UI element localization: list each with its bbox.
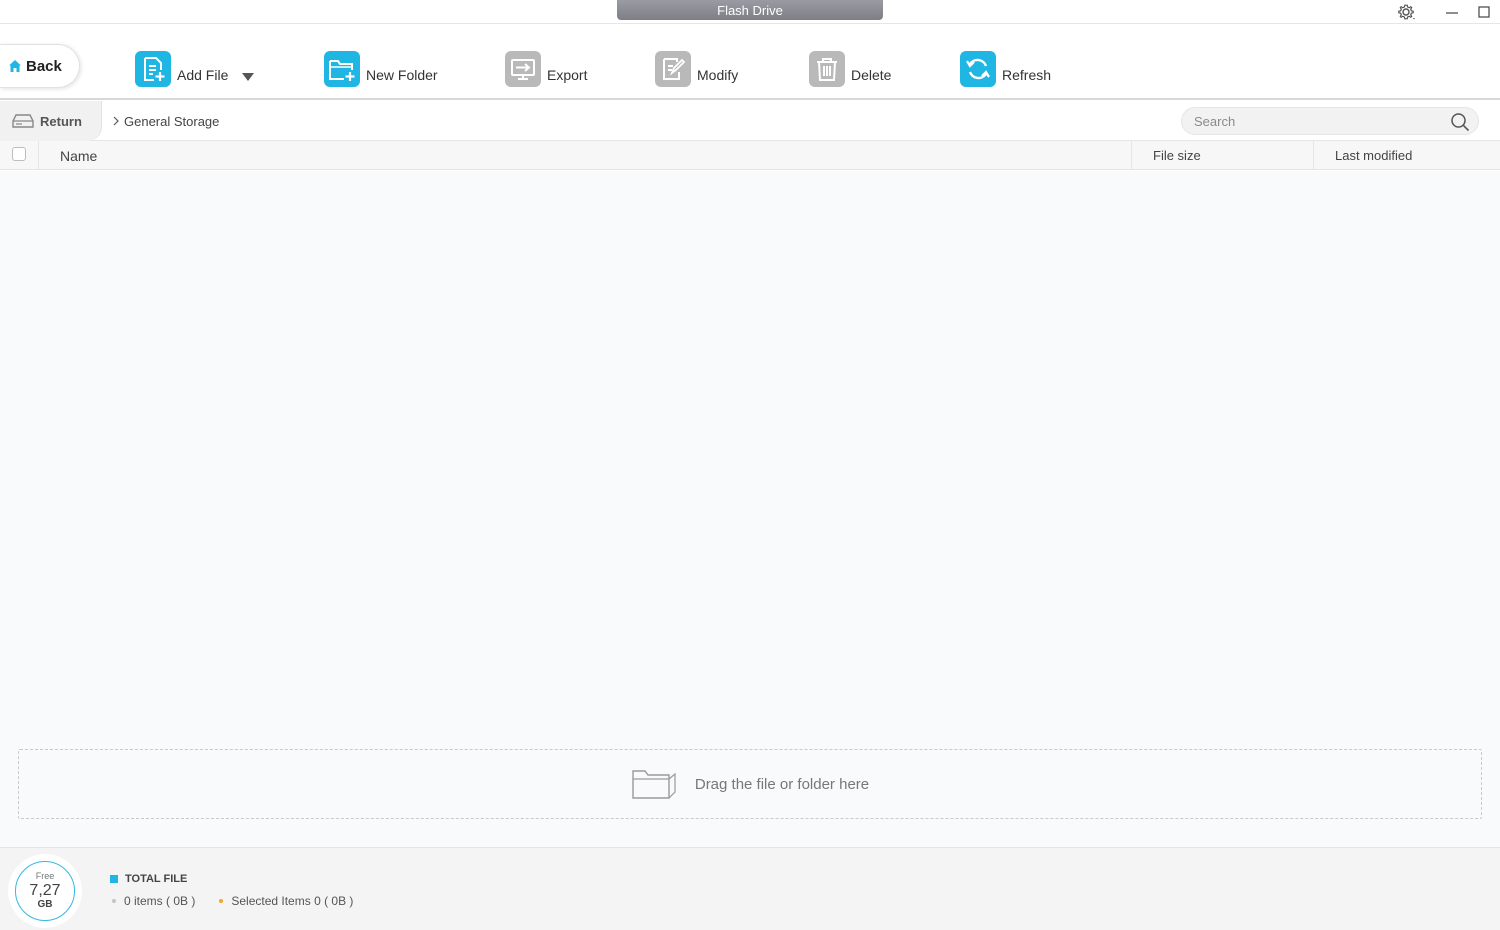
add-file-dropdown-icon[interactable] — [242, 73, 254, 81]
path-bar: Return General Storage — [0, 101, 1500, 141]
drive-icon — [12, 114, 34, 128]
column-header-last-modified[interactable]: Last modified — [1314, 141, 1500, 170]
maximize-icon — [1478, 6, 1490, 18]
items-dot — [112, 899, 116, 903]
export-icon — [505, 51, 541, 87]
search-button[interactable] — [1450, 112, 1470, 137]
modify-button[interactable]: Modify — [655, 50, 738, 88]
toolbar: Back Add File New Folder Export Modify D… — [0, 25, 1500, 100]
column-header-file-size-label: File size — [1153, 148, 1201, 163]
refresh-button[interactable]: Refresh — [960, 50, 1051, 88]
column-header-file-size[interactable]: File size — [1132, 141, 1314, 170]
column-header-name-label: Name — [60, 147, 98, 164]
new-folder-button[interactable]: New Folder — [324, 50, 438, 88]
minimize-button[interactable] — [1440, 2, 1464, 22]
drop-zone[interactable]: Drag the file or folder here — [18, 749, 1482, 819]
file-table-header: Name File size Last modified — [0, 141, 1500, 170]
free-space-ring: Free 7,27 GB — [15, 861, 75, 921]
column-header-name[interactable]: Name — [39, 141, 1132, 170]
minimize-icon — [1446, 12, 1458, 14]
maximize-button[interactable] — [1472, 2, 1496, 22]
total-file-legend: TOTAL FILE — [110, 873, 187, 885]
drop-zone-text: Drag the file or folder here — [694, 775, 870, 793]
modify-icon — [655, 51, 691, 87]
settings-button[interactable] — [1395, 2, 1419, 22]
add-file-button[interactable]: Add File — [135, 50, 228, 88]
selected-dot — [219, 899, 224, 903]
return-button[interactable]: Return — [0, 101, 102, 141]
search-box — [1181, 107, 1479, 135]
file-list-area[interactable]: Drag the file or folder here — [0, 171, 1500, 847]
search-icon — [1451, 113, 1470, 132]
back-button[interactable]: Back — [0, 44, 80, 88]
refresh-label: Refresh — [1002, 67, 1052, 83]
return-label: Return — [40, 113, 82, 129]
gear-icon — [1398, 4, 1415, 20]
window-title: Flash Drive — [617, 0, 883, 20]
add-file-label: Add File — [177, 67, 229, 83]
free-value: 7,27 — [29, 882, 61, 899]
title-bar: Flash Drive — [0, 0, 1500, 24]
items-count: 0 items ( 0B ) — [124, 894, 196, 908]
back-label: Back — [26, 57, 62, 75]
refresh-icon — [960, 51, 996, 87]
home-icon — [9, 60, 21, 72]
breadcrumb: General Storage — [112, 101, 219, 141]
trash-icon — [809, 51, 845, 87]
free-label: Free — [35, 871, 55, 881]
select-all-checkbox[interactable] — [12, 146, 26, 161]
add-file-icon — [135, 51, 171, 87]
breadcrumb-item-general-storage[interactable]: General Storage — [124, 114, 219, 129]
item-stats: 0 items ( 0B ) Selected Items 0 ( 0B ) — [112, 894, 353, 908]
folder-icon — [632, 770, 676, 799]
selected-items-count: Selected Items 0 ( 0B ) — [231, 894, 354, 908]
free-unit: GB — [37, 899, 53, 910]
modify-label: Modify — [697, 67, 739, 83]
new-folder-icon — [324, 51, 360, 87]
total-file-swatch — [110, 875, 118, 883]
export-button[interactable]: Export — [505, 50, 587, 88]
chevron-right-icon — [113, 116, 119, 126]
free-space-indicator: Free 7,27 GB — [8, 854, 82, 928]
search-input[interactable] — [1182, 108, 1432, 134]
export-label: Export — [547, 67, 588, 83]
column-header-last-modified-label: Last modified — [1335, 148, 1413, 163]
select-all-cell — [0, 141, 39, 170]
delete-button[interactable]: Delete — [809, 50, 891, 88]
total-file-label: TOTAL FILE — [125, 873, 188, 885]
new-folder-label: New Folder — [366, 67, 438, 83]
status-footer: Free 7,27 GB TOTAL FILE 0 items ( 0B ) S… — [0, 847, 1500, 930]
delete-label: Delete — [851, 67, 892, 83]
